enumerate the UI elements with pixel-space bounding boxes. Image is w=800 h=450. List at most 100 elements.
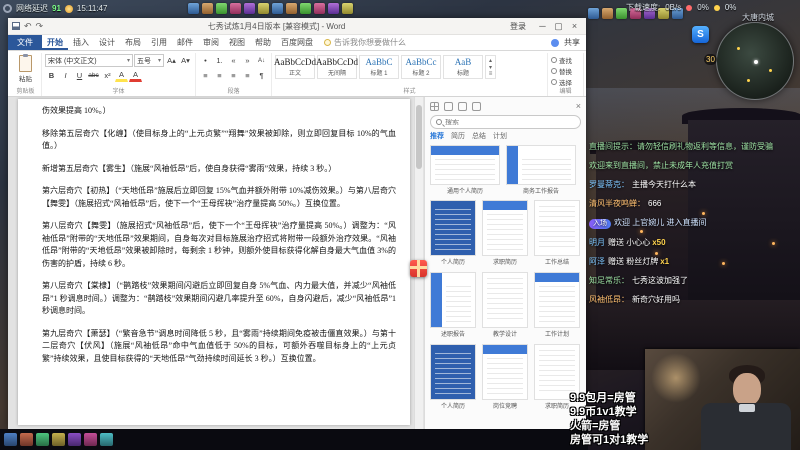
minimap[interactable]: [716, 22, 794, 100]
minimize-icon[interactable]: ─: [535, 19, 550, 33]
template-card[interactable]: 教学设计: [482, 272, 528, 338]
game-menu-icon[interactable]: [588, 8, 599, 19]
skill-icon[interactable]: [20, 433, 33, 446]
style-chip-heading1[interactable]: AaBbC 标题 1: [359, 55, 399, 79]
skill-icon[interactable]: [52, 433, 65, 446]
chat-username[interactable]: 清风半夜鸣蝉：: [589, 199, 645, 208]
increase-indent-button[interactable]: [241, 54, 254, 67]
filter-plan[interactable]: 计划: [493, 131, 507, 141]
justify-button[interactable]: [241, 69, 254, 82]
tab-insert[interactable]: 插入: [68, 35, 94, 50]
grid-view-icon[interactable]: [430, 101, 439, 111]
document-page[interactable]: 伤效果提高 10%。） 移除第五层奇穴【化缠】（使目标身上的“上元贞繁”“翔舞”…: [18, 99, 410, 425]
replace-button[interactable]: 替换: [551, 65, 580, 76]
redo-icon[interactable]: ↷: [36, 21, 44, 31]
highlight-color-button[interactable]: A: [115, 70, 128, 82]
skill-icon[interactable]: [68, 433, 81, 446]
speed-dial-icon[interactable]: S: [692, 26, 709, 43]
search-input[interactable]: [445, 118, 575, 126]
align-left-button[interactable]: [199, 69, 212, 82]
decrease-indent-button[interactable]: [227, 54, 240, 67]
tab-file[interactable]: 文件: [8, 35, 42, 50]
tab-help[interactable]: 帮助: [250, 35, 276, 50]
tab-mailings[interactable]: 邮件: [172, 35, 198, 50]
styles-gallery-scroll[interactable]: ▴ ▾ ≡: [485, 55, 496, 79]
game-buff-icon[interactable]: [328, 3, 339, 14]
save-icon[interactable]: [12, 22, 20, 30]
strikethrough-button[interactable]: abc: [87, 69, 100, 82]
tab-design[interactable]: 设计: [94, 35, 120, 50]
scrollbar-thumb[interactable]: [416, 105, 422, 169]
skill-icon[interactable]: [4, 433, 17, 446]
tab-layout[interactable]: 布局: [120, 35, 146, 50]
underline-button[interactable]: U: [73, 69, 86, 82]
chat-username[interactable]: 罗曼蒂克：: [589, 180, 629, 189]
chat-username[interactable]: 明月: [589, 238, 605, 247]
template-card[interactable]: 个人简历: [430, 344, 476, 410]
game-buff-icon[interactable]: [258, 3, 269, 14]
italic-button[interactable]: I: [59, 69, 72, 82]
style-chip-no-spacing[interactable]: AaBbCcDd 无间隔: [316, 55, 358, 79]
template-card[interactable]: 述职报告: [430, 272, 476, 338]
align-center-button[interactable]: [213, 69, 226, 82]
style-chip-normal[interactable]: AaBbCcDd 正文: [274, 55, 316, 79]
chat-username[interactable]: 风袖低昂：: [589, 295, 629, 304]
tab-review[interactable]: 审阅: [198, 35, 224, 50]
template-card[interactable]: 岗位竞聘: [482, 344, 528, 410]
style-chip-title[interactable]: AaB 标题: [443, 55, 483, 79]
bullet-list-button[interactable]: [199, 54, 212, 67]
close-icon[interactable]: ×: [567, 19, 582, 33]
restore-icon[interactable]: ▢: [551, 19, 566, 33]
font-name-select[interactable]: 宋体 (中文正文) ▾: [45, 54, 133, 67]
template-card[interactable]: 工作计划: [534, 272, 580, 338]
game-buff-icon[interactable]: [216, 3, 227, 14]
grow-font-button[interactable]: A▴: [165, 54, 178, 67]
template-card[interactable]: 工作总结: [534, 200, 580, 266]
chat-username[interactable]: 知足常乐：: [589, 276, 629, 285]
tab-references[interactable]: 引用: [146, 35, 172, 50]
skill-icon[interactable]: [36, 433, 49, 446]
filter-summary[interactable]: 总结: [472, 131, 486, 141]
show-marks-button[interactable]: [255, 69, 268, 82]
game-buff-icon[interactable]: [202, 3, 213, 14]
skill-icon[interactable]: [100, 433, 113, 446]
filter-recommended[interactable]: 推荐: [430, 131, 444, 141]
tab-baidu-netdisk[interactable]: 百度网盘: [276, 35, 318, 50]
close-icon[interactable]: ×: [576, 101, 581, 111]
login-button[interactable]: 登录: [510, 21, 526, 32]
chat-username[interactable]: 阿泽: [589, 257, 605, 266]
word-titlebar[interactable]: ↶ ↷ 七秀试炼1月4日版本 [兼容模式] - Word 登录 ─ ▢ ×: [8, 18, 586, 35]
game-buff-icon[interactable]: [272, 3, 283, 14]
refresh-icon[interactable]: [444, 101, 453, 111]
tab-view[interactable]: 视图: [224, 35, 250, 50]
game-buff-icon[interactable]: [188, 3, 199, 14]
style-chip-heading2[interactable]: AaBbCc 标题 2: [401, 55, 441, 79]
gift-promo-icon[interactable]: [410, 260, 427, 277]
template-card[interactable]: 个人简历: [430, 200, 476, 266]
template-search-box[interactable]: [430, 115, 581, 129]
game-buff-icon[interactable]: [342, 3, 353, 14]
template-card[interactable]: 商务工作报告: [506, 145, 576, 195]
align-right-button[interactable]: [227, 69, 240, 82]
game-buff-icon[interactable]: [230, 3, 241, 14]
bold-button[interactable]: B: [45, 69, 58, 82]
template-card[interactable]: 求职简历: [482, 200, 528, 266]
font-color-button[interactable]: A: [129, 70, 142, 82]
share-button[interactable]: 共享: [564, 37, 580, 48]
template-card[interactable]: 通用个人简历: [430, 145, 500, 195]
game-buff-icon[interactable]: [286, 3, 297, 14]
game-buff-icon[interactable]: [300, 3, 311, 14]
skill-icon[interactable]: [84, 433, 97, 446]
sort-button[interactable]: [255, 54, 268, 67]
filter-resume[interactable]: 简历: [451, 131, 465, 141]
font-size-select[interactable]: 五号 ▾: [134, 54, 164, 67]
game-buff-icon[interactable]: [314, 3, 325, 14]
tell-me-search[interactable]: 告诉我你想要做什么: [324, 35, 406, 50]
paste-button[interactable]: 粘贴: [13, 54, 38, 84]
shrink-font-button[interactable]: A▾: [179, 54, 192, 67]
superscript-button[interactable]: x²: [101, 69, 114, 82]
undo-icon[interactable]: ↶: [24, 21, 32, 31]
find-button[interactable]: 查找: [551, 54, 580, 65]
game-buff-icon[interactable]: [244, 3, 255, 14]
pin-icon[interactable]: [458, 101, 467, 111]
